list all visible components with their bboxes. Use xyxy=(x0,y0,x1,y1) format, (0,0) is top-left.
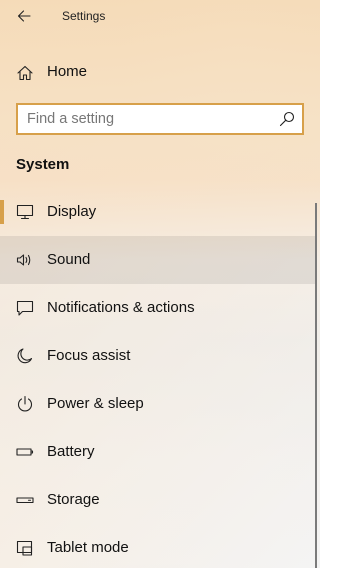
power-icon xyxy=(17,395,33,412)
nav-list: Display Sound Notifications & actions Fo… xyxy=(0,188,316,568)
home-nav-item[interactable]: Home xyxy=(0,56,320,88)
nav-item-label: Battery xyxy=(47,443,95,460)
navigation-pane: Settings Home System Display xyxy=(0,0,320,568)
back-button[interactable] xyxy=(10,4,38,28)
nav-item-label: Tablet mode xyxy=(47,539,129,556)
content-pane-edge xyxy=(320,0,338,568)
moon-icon xyxy=(17,348,33,364)
nav-item-label: Power & sleep xyxy=(47,395,144,412)
sound-icon xyxy=(16,254,31,266)
selected-indicator xyxy=(0,200,4,224)
home-icon xyxy=(17,65,33,81)
nav-item-label: Storage xyxy=(47,491,100,508)
nav-item-notifications[interactable]: Notifications & actions xyxy=(0,284,316,332)
nav-item-battery[interactable]: Battery xyxy=(0,428,316,476)
nav-item-storage[interactable]: Storage xyxy=(0,476,316,524)
nav-item-label: Focus assist xyxy=(47,347,131,364)
display-icon xyxy=(16,204,34,220)
tablet-mode-icon xyxy=(16,540,33,556)
battery-icon xyxy=(16,448,34,456)
section-title: System xyxy=(16,156,70,173)
scrollbar[interactable] xyxy=(315,203,317,568)
notifications-icon xyxy=(16,300,34,316)
nav-item-label: Sound xyxy=(47,251,91,268)
settings-window: Settings Home System Display xyxy=(0,0,338,568)
nav-item-label: Display xyxy=(47,203,97,220)
nav-item-tablet-mode[interactable]: Tablet mode xyxy=(0,524,316,568)
search-icon[interactable] xyxy=(279,111,295,127)
search-input[interactable] xyxy=(18,105,268,133)
nav-item-display[interactable]: Display xyxy=(0,188,316,236)
nav-item-power-sleep[interactable]: Power & sleep xyxy=(0,380,316,428)
window-title: Settings xyxy=(62,9,106,23)
storage-icon xyxy=(16,497,34,504)
nav-item-label: Notifications & actions xyxy=(47,299,195,316)
back-arrow-icon xyxy=(17,10,31,22)
nav-item-sound[interactable]: Sound xyxy=(0,236,316,284)
search-box[interactable] xyxy=(16,103,304,135)
home-label: Home xyxy=(47,63,88,80)
nav-item-focus-assist[interactable]: Focus assist xyxy=(0,332,316,380)
